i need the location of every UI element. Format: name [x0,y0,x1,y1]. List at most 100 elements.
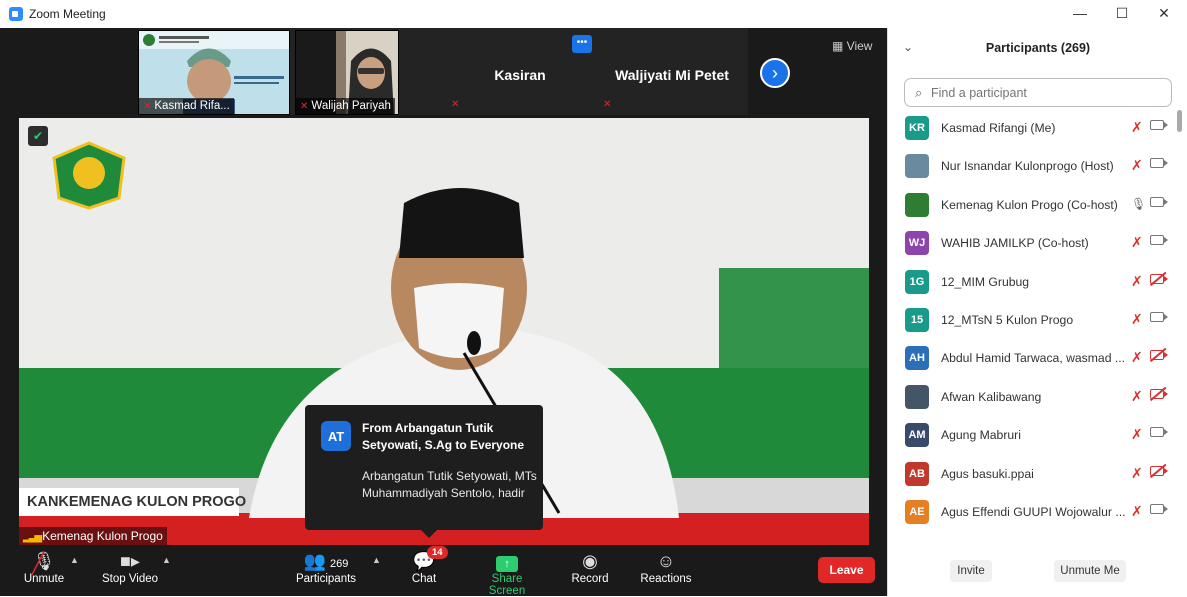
participant-avatar [905,154,929,179]
more-options-icon[interactable]: ••• [572,35,592,53]
participant-tile-name: Kasiran [494,67,546,83]
participant-avatar: KR [905,116,929,140]
participant-name: Nur Isnandar Kulonprogo (Host) [941,159,1114,174]
participant-name: Kasmad Rifangi (Me) [941,121,1056,135]
participants-button[interactable]: 👥 269 Participants [295,549,357,585]
video-thumbnail[interactable]: Waljiyati Mi Petet ✕ [598,30,746,115]
mic-muted-icon: ✗ [1131,272,1143,289]
mic-muted-icon: ✗ [1131,119,1143,135]
camera-icon [1150,427,1168,438]
mic-muted-icon: ✗ [1131,157,1143,174]
participant-avatar: AH [905,346,929,371]
participant-tile-name: Waljiyati Mi Petet [615,67,729,83]
audio-options-caret[interactable]: ▲ [70,555,79,565]
leave-button[interactable]: Leave [818,557,875,583]
participant-name: 12_MIM Grubug [941,274,1030,289]
camera-off-icon [1150,350,1168,361]
participant-avatar [905,192,929,217]
participant-row[interactable]: AM Agung Mabruri ✗ [888,422,1178,460]
unmute-me-button[interactable]: Unmute Me [1054,560,1126,582]
chat-notification[interactable]: AT From Arbangatun Tutik Setyowati, S.Ag… [305,405,543,538]
participant-row[interactable]: WJ WAHIB JAMILKP (Co-host) ✗ [888,230,1178,268]
window-title: Zoom Meeting [29,7,106,21]
mic-muted-icon: ✗ [1131,349,1143,366]
participant-avatar [905,384,929,409]
chat-sender: From Arbangatun Tutik Setyowati, S.Ag to… [362,421,525,452]
participant-row[interactable]: KR Kasmad Rifangi (Me) ✗ [888,115,1178,153]
participant-name: Kemenag Kulon Progo (Co-host) [941,197,1118,212]
participants-options-caret[interactable]: ▲ [372,555,381,565]
next-page-button[interactable]: › [760,58,790,88]
video-thumbnail[interactable]: ✕ Walijah Pariyah [295,30,399,115]
record-icon: ◉ [582,551,598,571]
camera-off-icon [1150,273,1168,284]
video-thumbnail[interactable]: ✕ Kasmad Rifa... [138,30,290,115]
camera-icon [1150,120,1168,130]
maximize-button[interactable]: ☐ [1099,0,1145,26]
security-shield-icon[interactable]: ✔ [28,126,48,146]
unmute-button[interactable]: 🎙 ╱ Unmute [22,549,66,585]
mic-muted-icon: ✕ [300,101,309,112]
stop-video-button[interactable]: ■▸ Stop Video [100,549,160,585]
participant-name: 12_MTsN 5 Kulon Progo [941,313,1074,327]
camera-off-icon [1150,388,1168,399]
minimize-button[interactable]: — [1057,0,1103,26]
chat-unread-badge: 14 [427,546,448,559]
thumbnail-name: ✕ Walijah Pariyah [296,98,395,114]
participant-row[interactable]: 1G 12_MIM Grubug ✗ [888,269,1178,307]
camera-off-icon [1150,465,1168,476]
participant-name: WAHIB JAMILKP (Co-host) [941,236,1089,251]
video-options-caret[interactable]: ▲ [162,555,171,565]
participant-row[interactable]: AB Agus basuki.ppai ✗ [888,461,1178,499]
participant-row[interactable]: Kemenag Kulon Progo (Co-host) 🎙 [888,192,1178,230]
camera-icon [1150,312,1168,322]
mic-muted-icon: ✗ [1131,464,1143,481]
share-screen-button[interactable]: ↑ Share Screen [473,549,541,597]
mic-icon: 🎙 [1131,196,1147,211]
participant-list: KR Kasmad Rifangi (Me) ✗ Nur Isnandar Kulon… [888,115,1187,555]
search-input[interactable] [931,83,1161,102]
camera-icon [1150,158,1168,169]
camera-icon [1150,235,1168,246]
view-button[interactable]: ▦ View [832,39,872,53]
sender-avatar: AT [321,421,351,451]
participant-row[interactable]: Nur Isnandar Kulonprogo (Host) ✗ [888,153,1178,191]
mic-muted-icon: ✕ [451,99,460,110]
scrollbar[interactable] [1177,110,1182,132]
participant-avatar: AB [905,461,929,486]
title-bar: Zoom Meeting — ☐ ✕ [0,0,1187,28]
participant-avatar: 15 [905,308,929,332]
participant-search[interactable]: ⌕ [904,78,1172,107]
participant-avatar: 1G [905,269,929,294]
popup-arrow [421,530,437,538]
smiley-icon: ☺ [656,551,676,571]
participant-avatar: AM [905,423,929,448]
participant-avatar: WJ [905,231,929,256]
participant-row[interactable]: 15 12_MTsN 5 Kulon Progo ✗ [888,307,1178,345]
participant-row[interactable]: AH Abdul Hamid Tarwaca, wasmad ... ✗ [888,345,1178,383]
mic-muted-icon: ✗ [1131,426,1143,443]
video-camera-icon: ■▸ [120,551,140,571]
participant-name: Agus basuki.ppai [941,466,1034,481]
mic-muted-icon: ✕ [143,101,152,112]
reactions-button[interactable]: ☺ Reactions [640,549,692,585]
invite-button[interactable]: Invite [950,560,992,582]
signal-icon: ▂▃▅ [23,532,42,543]
mic-muted-icon: ✗ [1131,387,1143,404]
participant-name: Agung Mabruri [941,428,1021,443]
participant-name: Abdul Hamid Tarwaca, wasmad ... [941,351,1126,366]
active-speaker-name: ▂▃▅ Kemenag Kulon Progo [19,527,167,545]
share-screen-icon: ↑ [496,549,518,573]
participant-name: Agus Effendi GUUPI Wojowalur ... [941,505,1126,519]
close-button[interactable]: ✕ [1141,0,1187,26]
participant-avatar: AE [905,500,929,524]
participant-row[interactable]: AE Agus Effendi GUUPI Wojowalur ... ✗ [888,499,1178,537]
mic-muted-icon: ✕ [603,99,612,110]
mic-muted-icon: ✗ [1131,234,1143,251]
grid-icon: ▦ [832,39,847,53]
participant-row[interactable]: Afwan Kalibawang ✗ [888,384,1178,422]
record-button[interactable]: ◉ Record [571,549,609,585]
thumbnail-name: ✕ Kasmad Rifa... [139,98,234,114]
panel-footer: Invite Unmute Me [888,556,1187,596]
search-icon: ⌕ [915,85,923,100]
